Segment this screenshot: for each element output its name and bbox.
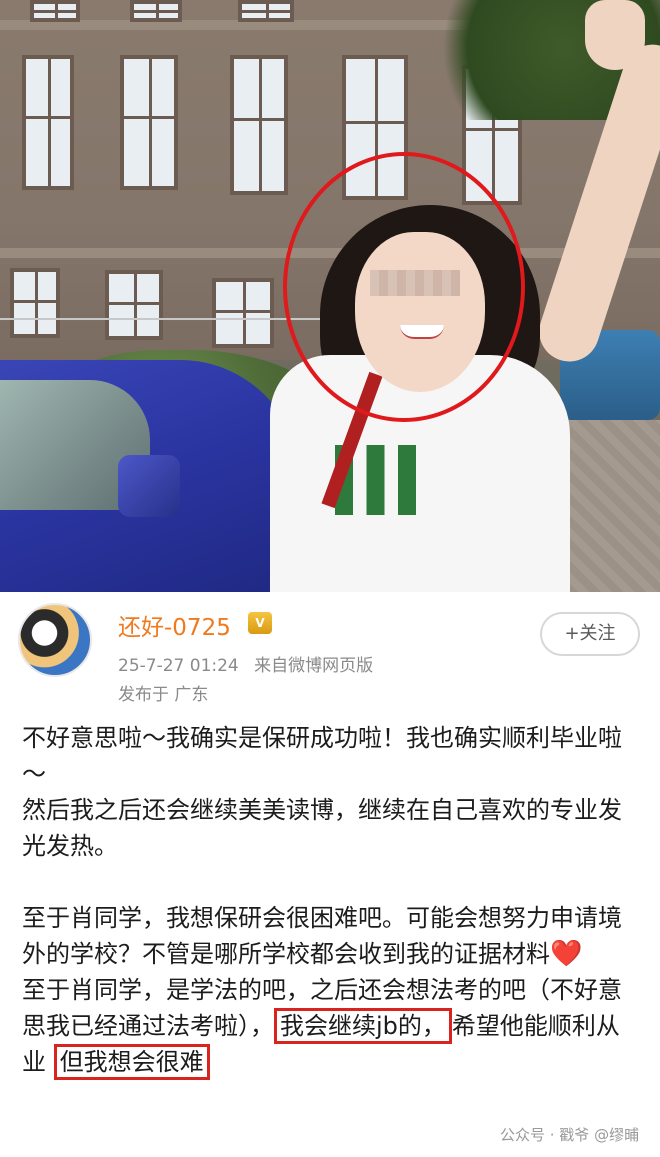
follow-button[interactable]: +关注: [540, 612, 640, 656]
highlighted-phrase: 但我想会很难: [53, 1044, 210, 1080]
post-photo[interactable]: [0, 0, 660, 592]
building-window: [120, 55, 178, 190]
post-paragraph: 然后我之后还会继续美美读博，继续在自己喜欢的专业发光发热。: [22, 796, 622, 860]
building-window: [212, 278, 274, 348]
post-text: 至于肖同学，我想保研会很困难吧。可能会想努力申请境外的学校？不管是哪所学校都会收…: [22, 904, 622, 968]
car-mirror: [118, 455, 180, 517]
post-paragraph: 至于肖同学，我想保研会很困难吧。可能会想努力申请境外的学校？不管是哪所学校都会收…: [22, 900, 642, 972]
building-window: [230, 55, 288, 195]
vip-badge-icon: V: [248, 612, 272, 634]
building-window: [130, 0, 182, 22]
post-paragraph: 不好意思啦～我确实是保研成功啦！我也确实顺利毕业啦～: [22, 724, 622, 788]
post-meta: 25-7-27 01:24 来自微博网页版: [118, 651, 383, 676]
building-window: [30, 0, 80, 22]
building-window: [105, 270, 163, 340]
post-body: 不好意思啦～我确实是保研成功啦！我也确实顺利毕业啦～ 然后我之后还会继续美美读博…: [22, 720, 642, 1080]
peace-sign-hand: [585, 0, 645, 70]
avatar[interactable]: [18, 603, 92, 677]
building-window: [22, 55, 74, 190]
post-paragraph: 至于肖同学，是学法的吧，之后还会想法考的吧（不好意思我已经通过法考啦）， 我会继续…: [22, 972, 642, 1080]
post-source: 来自微博网页版: [254, 656, 374, 676]
red-highlight-circle: [283, 152, 525, 422]
building-window: [238, 0, 294, 22]
post-date: 25-7-27 01:24: [118, 656, 239, 676]
post-location: 发布于 广东: [118, 685, 209, 705]
heart-icon: ❤️: [550, 939, 583, 969]
username[interactable]: 还好-0725: [118, 608, 231, 642]
building-window: [10, 268, 60, 338]
watermark: 公众号 · 戳爷 @缪晡: [500, 1126, 640, 1144]
highlighted-phrase: 我会继续jb的，: [274, 1008, 452, 1044]
